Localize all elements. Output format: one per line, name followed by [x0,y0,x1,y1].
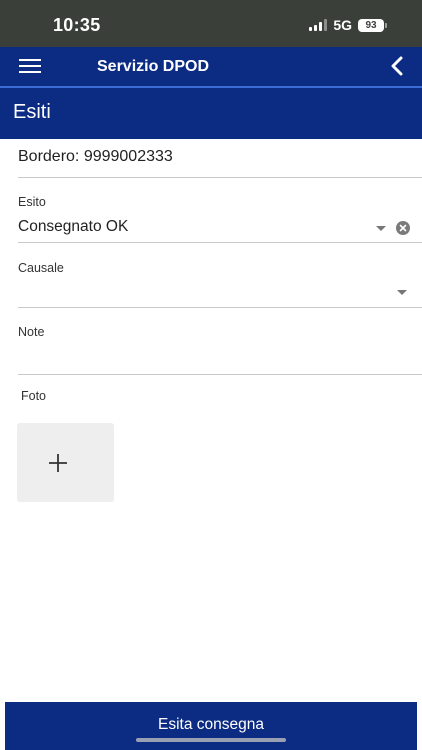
status-indicators: 5G 93 [309,17,387,33]
esita-consegna-label: Esita consegna [158,716,264,733]
esito-label: Esito [18,195,46,209]
back-chevron-icon[interactable] [388,56,406,76]
bordero-divider [18,177,422,178]
causale-select[interactable] [18,283,378,303]
esito-underline [18,242,422,243]
status-time: 10:35 [53,15,101,35]
app-bar: Servizio DPOD [0,47,422,86]
section-title: Esiti [13,101,51,123]
network-type: 5G [333,17,352,33]
signal-icon [309,19,328,31]
causale-label: Causale [18,261,64,275]
note-label: Note [18,325,45,339]
causale-dropdown-arrow-icon[interactable] [397,290,407,295]
add-photo-icon [49,454,67,472]
home-indicator [136,738,286,742]
note-input[interactable] [18,347,408,369]
bordero-number: Bordero: 9999002333 [18,148,173,165]
esita-consegna-button[interactable]: Esita consegna [5,702,417,750]
note-underline [18,374,422,375]
esito-select[interactable]: Consegnato OK [18,218,128,236]
section-header: Esiti [0,88,422,139]
esito-dropdown-arrow-icon[interactable] [376,226,386,231]
status-bar: 10:35 5G 93 [0,0,422,47]
causale-underline [18,307,422,308]
battery-icon: 93 [358,18,387,32]
app-title: Servizio DPOD [97,58,210,75]
menu-icon[interactable] [19,59,41,74]
esito-clear-icon[interactable] [396,221,410,235]
add-photo-button[interactable] [17,423,114,502]
foto-label: Foto [21,389,47,403]
